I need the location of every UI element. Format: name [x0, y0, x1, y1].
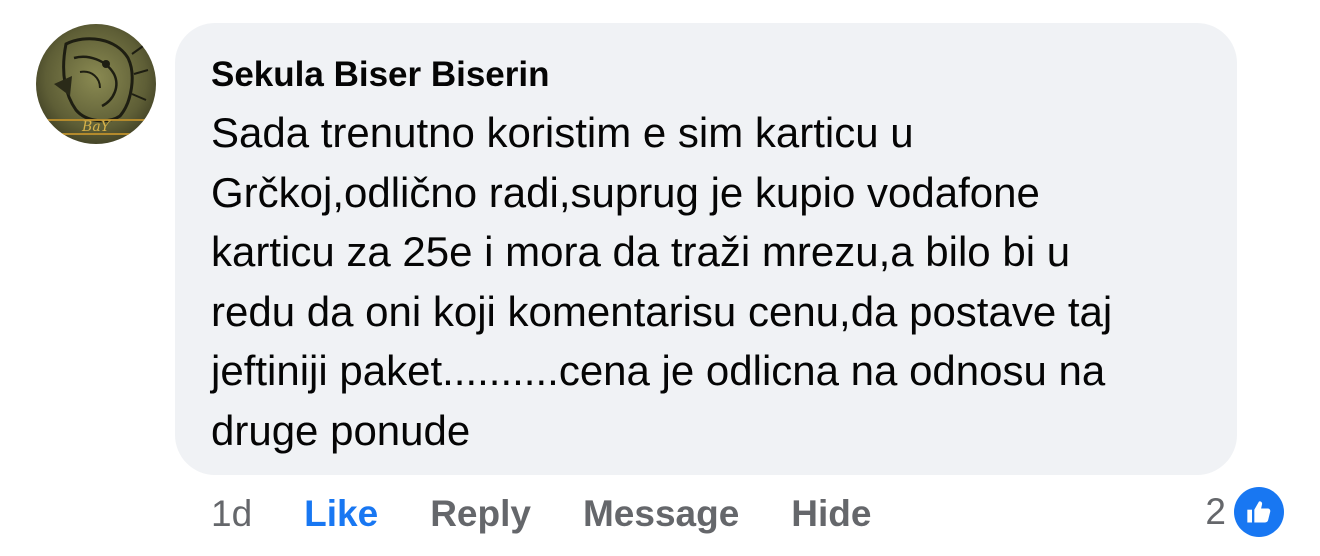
like-button[interactable]: Like	[304, 493, 378, 535]
comment-text-line: redu da oni koji komentarisu cenu,da pos…	[211, 287, 1113, 335]
reply-button[interactable]: Reply	[430, 493, 531, 535]
comment-timestamp[interactable]: 1d	[211, 493, 252, 535]
comment-text-line: karticu za 25e i mora da traži mrezu,a b…	[211, 228, 1071, 275]
comment-text-line: druge ponude	[211, 406, 471, 454]
comment-text-line: Sada trenutno koristim e sim karticu u	[211, 109, 914, 156]
reaction-summary[interactable]: 2	[1205, 486, 1284, 538]
thumbs-up-icon	[1234, 487, 1284, 537]
message-button[interactable]: Message	[583, 493, 739, 535]
avatar-image: BaY	[36, 24, 156, 144]
comment-text-line: Grčkoj,odlično radi,suprug je kupio voda…	[211, 168, 1040, 216]
reaction-count: 2	[1205, 491, 1226, 532]
comment-author[interactable]: Sekula Biser Biserin	[211, 55, 1201, 95]
hide-button[interactable]: Hide	[791, 493, 871, 535]
comment-text-line: jeftiniji paket..........cena je odlicna…	[211, 347, 1106, 394]
comment-actions: 1d Like Reply Message Hide	[211, 490, 923, 538]
avatar[interactable]: BaY	[36, 24, 156, 144]
avatar-monogram: BaY	[81, 119, 112, 135]
comment-text: Sada trenutno koristim e sim karticu u G…	[211, 103, 1211, 460]
comment-container: BaY Sekula Biser Biserin Sada trenutno k…	[0, 0, 1320, 556]
comment-bubble: Sekula Biser Biserin Sada trenutno koris…	[175, 23, 1237, 475]
